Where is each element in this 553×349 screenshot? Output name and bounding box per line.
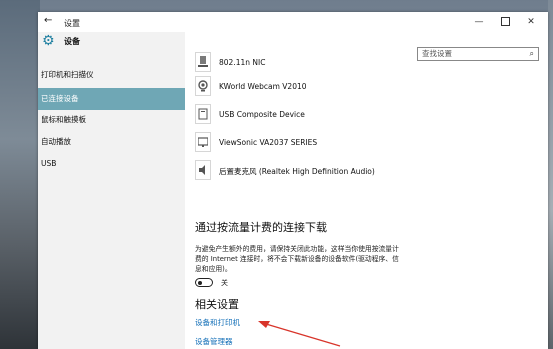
speaker-icon [195, 160, 211, 180]
sidebar-item-printers[interactable]: 打印机和扫描仪 [38, 64, 185, 86]
metered-section-title: 通过按流量计费的连接下载 [195, 221, 327, 234]
gear-icon: ⚙ [42, 33, 55, 49]
monitor-icon [195, 132, 211, 152]
window-title: 设置 [64, 19, 80, 28]
webcam-icon [195, 76, 211, 96]
toggle-knob [198, 280, 202, 285]
minimize-button[interactable]: — [468, 14, 490, 30]
sidebar-item-connected-devices[interactable]: 已连接设备 [38, 88, 185, 110]
device-name: KWorld Webcam V2010 [219, 82, 307, 91]
devices-and-printers-link[interactable]: 设备和打印机 [195, 317, 240, 328]
back-arrow-icon[interactable]: ← [44, 16, 52, 26]
device-item[interactable]: 后置麦克风 (Realtek High Definition Audio) [195, 160, 495, 182]
device-name: 后置麦克风 (Realtek High Definition Audio) [219, 167, 375, 176]
close-button[interactable]: ✕ [520, 14, 542, 30]
maximize-icon [500, 17, 510, 26]
sidebar-item-usb[interactable]: USB [38, 153, 185, 175]
main-content: 查找设置 ⌕ 802.11n NIC KWorld Webcam V2010 U… [185, 32, 548, 349]
device-item[interactable]: USB Composite Device [195, 104, 495, 126]
maximize-button[interactable] [494, 14, 516, 30]
device-manager-link[interactable]: 设备管理器 [195, 336, 233, 347]
device-item[interactable]: ViewSonic VA2037 SERIES [195, 132, 495, 154]
metered-description: 为避免产生额外的费用，请保持关闭此功能，这样当你使用按流量计费的 Interne… [195, 245, 399, 273]
sidebar: ⚙ 设备 打印机和扫描仪 已连接设备 鼠标和触摸板 自动播放 USB [38, 32, 185, 349]
device-item[interactable]: 802.11n NIC [195, 52, 495, 74]
usb-icon [195, 52, 211, 72]
search-icon[interactable]: ⌕ [530, 48, 534, 60]
device-name: ViewSonic VA2037 SERIES [219, 138, 318, 147]
device-item[interactable]: KWorld Webcam V2010 [195, 76, 495, 98]
settings-window: ← 设置 — ✕ ⚙ 设备 打印机和扫描仪 已连接设备 鼠标和触摸板 自动播放 … [38, 12, 548, 349]
desktop-background [0, 0, 40, 349]
metered-toggle[interactable] [195, 278, 213, 287]
device-icon [195, 104, 211, 124]
title-bar: ← 设置 — ✕ [38, 12, 548, 32]
sidebar-item-autoplay[interactable]: 自动播放 [38, 131, 185, 153]
toggle-state-label: 关 [221, 279, 228, 287]
sidebar-header: ⚙ 设备 [38, 32, 185, 58]
sidebar-item-mouse-touchpad[interactable]: 鼠标和触摸板 [38, 109, 185, 131]
device-name: 802.11n NIC [219, 58, 266, 67]
device-name: USB Composite Device [219, 110, 305, 119]
related-settings-title: 相关设置 [195, 298, 239, 311]
desktop-background-edge [548, 0, 553, 349]
sidebar-header-label: 设备 [64, 37, 80, 46]
